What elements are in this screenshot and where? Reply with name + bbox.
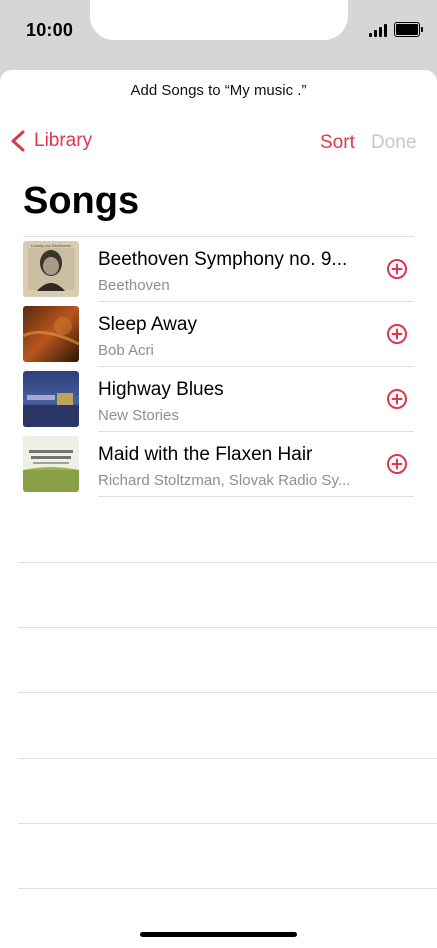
song-artist: Bob Acri [98, 342, 154, 359]
home-indicator[interactable] [140, 932, 297, 937]
empty-row-divider [18, 888, 437, 889]
empty-row-divider [18, 758, 437, 759]
album-art [23, 306, 79, 362]
chevron-left-icon [11, 130, 25, 152]
song-row[interactable]: Sleep Away Bob Acri [0, 302, 437, 367]
album-art: Ludwig van Beethoven [23, 241, 79, 297]
done-button[interactable]: Done [371, 132, 416, 154]
add-circle-icon[interactable] [386, 258, 408, 280]
notch [90, 0, 348, 40]
sheet-prompt: Add Songs to “My music .” [130, 82, 307, 99]
back-button-label: Library [34, 130, 93, 151]
song-artist: Beethoven [98, 277, 170, 294]
status-bar: 10:00 [0, 0, 437, 70]
page-title: Songs [23, 180, 140, 222]
song-artist: New Stories [98, 407, 179, 424]
signal-icon [369, 23, 387, 37]
song-row[interactable]: Highway Blues New Stories [0, 367, 437, 432]
song-title: Beethoven Symphony no. 9... [98, 249, 348, 270]
song-title: Maid with the Flaxen Hair [98, 444, 313, 465]
add-circle-icon[interactable] [386, 388, 408, 410]
add-circle-icon[interactable] [386, 323, 408, 345]
row-divider [98, 496, 414, 497]
empty-row-divider [18, 562, 437, 563]
battery-icon [394, 22, 423, 37]
status-time: 10:00 [26, 20, 74, 40]
song-row[interactable]: Maid with the Flaxen Hair Richard Stoltz… [0, 432, 437, 497]
album-art [23, 436, 79, 492]
status-icons [369, 22, 423, 37]
song-title: Sleep Away [98, 314, 197, 335]
empty-row-divider [18, 692, 437, 693]
sort-button[interactable]: Sort [320, 132, 355, 154]
add-songs-sheet: Add Songs to “My music .” Library Sort D… [0, 70, 437, 948]
song-row[interactable]: Ludwig van Beethoven Beethoven Symphony … [0, 237, 437, 302]
add-circle-icon[interactable] [386, 453, 408, 475]
song-title: Highway Blues [98, 379, 224, 400]
back-button[interactable]: Library [10, 130, 92, 152]
song-artist: Richard Stoltzman, Slovak Radio Sy... [98, 472, 351, 489]
album-art [23, 371, 79, 427]
svg-text:Ludwig van Beethoven: Ludwig van Beethoven [31, 243, 71, 248]
empty-row-divider [18, 823, 437, 824]
empty-row-divider [18, 627, 437, 628]
